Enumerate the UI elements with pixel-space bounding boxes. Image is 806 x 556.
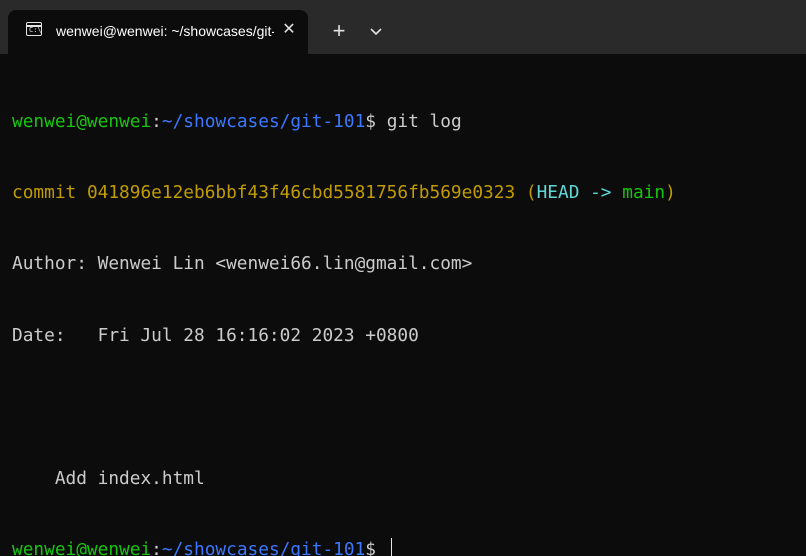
commit-close-paren: )	[665, 181, 676, 203]
commit-hash: 041896e12eb6bbf43f46cbd5581756fb569e0323	[86, 181, 516, 203]
chevron-down-icon[interactable]	[362, 18, 390, 46]
terminal-window: C:\ wenwei@wenwei: ~/showcases/git-101 ✕…	[0, 0, 806, 556]
tab-title: wenwei@wenwei: ~/showcases/git-101	[56, 23, 274, 39]
terminal-output[interactable]: wenwei@wenwei:~/showcases/git-101$ git l…	[12, 62, 806, 556]
date-line: Date: Fri Jul 28 16:16:02 2023 +0800	[12, 324, 419, 346]
new-tab-button[interactable]: +	[325, 18, 353, 46]
prompt-dollar: $	[365, 110, 377, 132]
title-bar: C:\ wenwei@wenwei: ~/showcases/git-101 ✕…	[0, 0, 806, 54]
commit-branch: main	[622, 181, 666, 203]
prompt-line: wenwei@wenwei:~/showcases/git-101$ git l…	[12, 110, 806, 134]
prompt-colon: :	[151, 538, 162, 556]
commit-line: commit 041896e12eb6bbf43f46cbd5581756fb5…	[12, 181, 806, 205]
prompt-command	[376, 539, 387, 556]
close-icon[interactable]: ✕	[278, 19, 300, 41]
prompt-userhost: wenwei@wenwei	[12, 538, 152, 556]
commit-prefix: commit	[12, 181, 87, 203]
commit-message: Add index.html	[12, 467, 205, 489]
terminal-icon: C:\	[26, 22, 42, 36]
commit-open-paren: (	[515, 181, 537, 203]
prompt-path: ~/showcases/git-101	[161, 538, 366, 556]
terminal-icon-glyph: C:\	[29, 26, 42, 34]
prompt-userhost: wenwei@wenwei	[12, 110, 152, 132]
prompt-line: wenwei@wenwei:~/showcases/git-101$	[12, 537, 806, 556]
commit-head: HEAD ->	[536, 181, 623, 203]
text-cursor	[390, 537, 393, 556]
tab-terminal[interactable]: C:\ wenwei@wenwei: ~/showcases/git-101 ✕	[8, 10, 308, 54]
author-line: Author: Wenwei Lin <wenwei66.lin@gmail.c…	[12, 253, 473, 275]
prompt-command: git log	[376, 110, 462, 132]
prompt-colon: :	[151, 110, 162, 132]
prompt-path: ~/showcases/git-101	[161, 110, 366, 132]
prompt-dollar: $	[365, 538, 377, 556]
